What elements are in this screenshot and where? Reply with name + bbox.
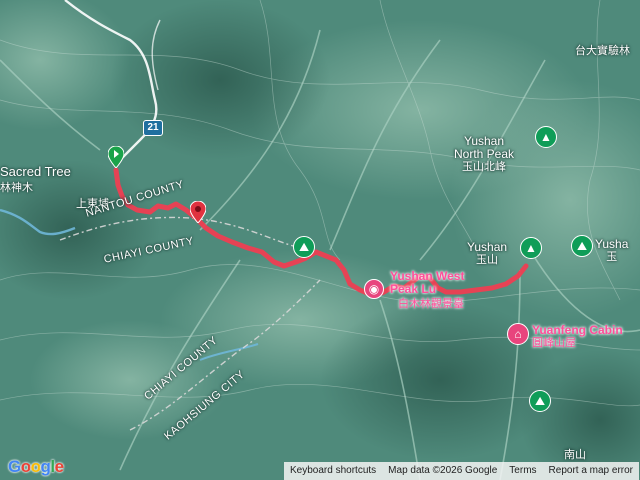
nanshan-label: 南山 bbox=[564, 449, 586, 461]
topographic-map[interactable]: 21 ⛰ ▲ ▲ ⛰ ⛰ ⌂ ◉ Sacred Tree 林神木 上東埔 NAN… bbox=[0, 0, 640, 480]
yushan-label: Yushan 玉山 bbox=[467, 240, 508, 267]
google-logo: Google bbox=[8, 457, 64, 476]
sacred-tree-label: Sacred Tree bbox=[0, 164, 71, 179]
baimulin-viewpoint-label: 白木林觀景臺 bbox=[398, 298, 464, 310]
yushan-west-peak-label: Yushan West Peak Lu bbox=[390, 269, 465, 296]
terms-link[interactable]: Terms bbox=[503, 462, 542, 480]
attribution-bar: Keyboard shortcuts Map data ©2026 Google… bbox=[284, 462, 640, 480]
hiking-peak-icon[interactable]: ⛰ bbox=[293, 236, 315, 258]
yuanfeng-cabin-label: Yuanfeng Cabin 圓峰山屋 bbox=[532, 323, 623, 350]
highway-shield-icon: 21 bbox=[143, 120, 163, 136]
hiking-peak-icon[interactable]: ⛰ bbox=[571, 235, 593, 257]
yushan-north-peak-label: Yushan North Peak 玉山北峰 bbox=[454, 134, 515, 174]
keyboard-shortcuts-link[interactable]: Keyboard shortcuts bbox=[284, 462, 382, 480]
cabin-icon[interactable]: ⌂ bbox=[507, 323, 529, 345]
viewpoint-icon[interactable]: ◉ bbox=[364, 279, 384, 299]
mountain-peak-icon[interactable]: ▲ bbox=[520, 237, 542, 259]
hiking-peak-icon[interactable]: ⛰ bbox=[529, 390, 551, 412]
ntu-forest-label: 台大實驗林 bbox=[575, 45, 630, 57]
sacred-tree-zh-label: 林神木 bbox=[0, 182, 33, 194]
yushan-east-label: Yusha 玉 bbox=[595, 237, 629, 264]
mountain-peak-icon[interactable]: ▲ bbox=[535, 126, 557, 148]
end-pin-icon[interactable] bbox=[190, 201, 206, 223]
map-data-text: Map data ©2026 Google bbox=[388, 465, 498, 476]
start-pin-icon[interactable] bbox=[108, 146, 124, 168]
report-map-error-link[interactable]: Report a map error bbox=[543, 462, 639, 480]
